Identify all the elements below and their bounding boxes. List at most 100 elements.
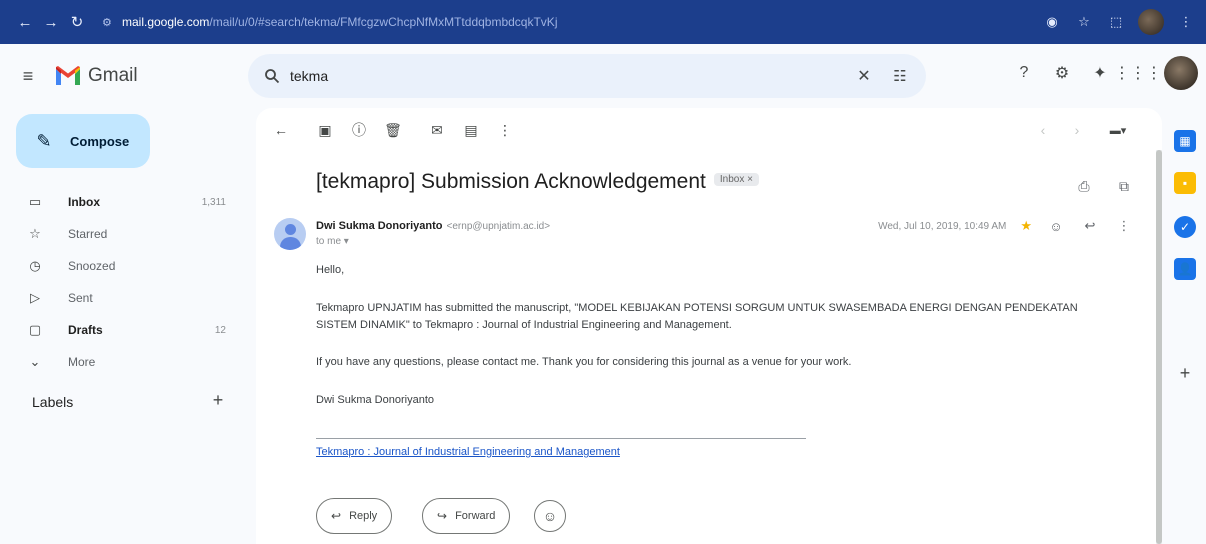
sender-email: <ernp@upnjatim.ac.id> (446, 221, 551, 232)
gemini-sparkle-icon[interactable]: ✦ (1088, 61, 1112, 85)
calendar-icon[interactable]: ▦ (1174, 130, 1196, 152)
sidebar-item-label: Drafts (68, 323, 103, 337)
labels-heading: Labels (32, 394, 74, 410)
send-icon: ▷ (30, 290, 40, 305)
subject-text: [tekmapro] Submission Acknowledgement (316, 170, 706, 193)
forward-label: Forward (455, 510, 496, 522)
browser-toolbar: ← → ↻ ⚙ mail.google.com/mail/u/0/#search… (0, 0, 1206, 44)
bookmark-star-icon[interactable]: ☆ (1074, 12, 1094, 32)
gmail-header: ≡ Gmail ✕ ☷ ? ⚙ ✦ ⋮⋮⋮ (0, 44, 1206, 108)
help-icon[interactable]: ? (1012, 61, 1036, 85)
account-avatar[interactable] (1164, 56, 1198, 90)
compose-label: Compose (70, 133, 130, 149)
extensions-icon[interactable]: ⬚ (1106, 12, 1126, 32)
sidebar-item-more[interactable]: ⌄ More (0, 346, 240, 378)
move-to-icon[interactable]: ▤ (454, 113, 488, 147)
gmail-m-icon (56, 66, 80, 85)
scrollbar-thumb[interactable] (1156, 150, 1162, 544)
sidebar-item-label: Starred (68, 227, 108, 241)
message-toolbar: ← ▣ ⓘ 🗑 ✉ ▤ ⋮ ‹ › ▬▾ (256, 108, 1162, 152)
clock-icon: ◷ (29, 258, 41, 273)
starred-icon[interactable]: ★ (1020, 218, 1032, 234)
url-path: /mail/u/0/#search/tekma/FMfcgzwChcpNfMxM… (209, 15, 558, 29)
star-icon: ☆ (29, 226, 41, 241)
sender-line: Dwi Sukma Donoriyanto <ernp@upnjatim.ac.i… (316, 220, 550, 232)
message-date: Wed, Jul 10, 2019, 10:49 AM (878, 220, 1007, 232)
sidebar-item-drafts[interactable]: ▢ Drafts 12 (0, 314, 240, 346)
inbox-label-chip[interactable]: Inbox × (713, 172, 759, 186)
reply-icon[interactable]: ↩ (1080, 216, 1100, 236)
report-spam-icon[interactable]: ⓘ (342, 113, 376, 147)
address-bar[interactable]: ⚙ mail.google.com/mail/u/0/#search/tekma… (98, 6, 918, 38)
clear-search-icon[interactable]: ✕ (848, 60, 880, 92)
scrollbar[interactable] (1156, 150, 1162, 544)
email-subject: [tekmapro] Submission Acknowledgement Inb… (316, 170, 759, 194)
sidebar-item-starred[interactable]: ☆ Starred (0, 218, 240, 250)
reload-icon[interactable]: ↻ (64, 9, 90, 35)
body-signature: Dwi Sukma Donoriyanto (316, 394, 434, 406)
message-panel: ← ▣ ⓘ 🗑 ✉ ▤ ⋮ ‹ › ▬▾ [tekmapro] Submissi… (256, 108, 1162, 544)
more-options-icon[interactable]: ⋮ (488, 113, 522, 147)
back-arrow-icon[interactable]: ← (12, 9, 38, 35)
compose-button[interactable]: ✎ Compose (16, 114, 150, 168)
settings-gear-icon[interactable]: ⚙ (1050, 61, 1074, 85)
browser-profile-avatar[interactable] (1138, 9, 1164, 35)
sidebar-item-label: Sent (68, 291, 93, 305)
browser-menu-icon[interactable]: ⋮ (1176, 12, 1196, 32)
main-menu-icon[interactable]: ≡ (8, 56, 48, 96)
journal-link[interactable]: Tekmapro : Journal of Industrial Enginee… (316, 446, 620, 458)
input-tools-icon[interactable]: ▬▾ (1098, 114, 1138, 146)
sidebar-item-label: More (68, 355, 96, 369)
sidebar-item-label: Snoozed (68, 259, 116, 273)
eye-icon[interactable]: ◉ (1042, 12, 1062, 32)
site-info-icon[interactable]: ⚙ (102, 15, 116, 29)
inbox-icon: ▭ (28, 194, 42, 209)
newer-chevron-icon[interactable]: ‹ (1030, 114, 1056, 146)
draft-icon: ▢ (28, 322, 42, 337)
body-paragraph: Tekmapro UPNJATIM has submitted the manu… (316, 302, 1078, 331)
emoji-reaction-button[interactable]: ☺ (534, 500, 566, 532)
forward-arrow-icon[interactable]: → (38, 9, 64, 35)
sidebar-item-sent[interactable]: ▷ Sent (0, 282, 240, 314)
add-label-icon[interactable]: + (206, 388, 230, 412)
reply-icon: ↩ (331, 509, 342, 523)
search-input[interactable] (290, 68, 810, 84)
archive-icon[interactable]: ▣ (308, 113, 342, 147)
sender-avatar[interactable] (274, 218, 306, 250)
sidebar-item-inbox[interactable]: ▭ Inbox 1,311 (0, 186, 240, 218)
open-new-window-icon[interactable]: ⧉ (1114, 176, 1134, 196)
sidebar-item-snoozed[interactable]: ◷ Snoozed (0, 250, 240, 282)
sidebar-item-count: 1,311 (201, 196, 226, 208)
contacts-icon[interactable]: 👤 (1174, 258, 1196, 280)
sidebar-item-label: Inbox (68, 195, 100, 209)
search-icon[interactable] (254, 58, 290, 94)
search-options-icon[interactable]: ☷ (884, 60, 916, 92)
pencil-icon: ✎ (36, 130, 52, 151)
gmail-logo[interactable]: Gmail (54, 65, 138, 87)
signature-divider (316, 438, 806, 439)
reply-button[interactable]: ↩ Reply (316, 498, 393, 534)
message-more-icon[interactable]: ⋮ (1114, 216, 1134, 236)
chevron-down-icon: ⌄ (29, 354, 41, 369)
recipient-details[interactable]: to me ▾ (316, 236, 349, 247)
reply-label: Reply (349, 510, 378, 522)
search-bar: ✕ ☷ (248, 54, 926, 98)
sidebar-nav: ▭ Inbox 1,311 ☆ Starred ◷ Snoozed ▷ Sent… (0, 186, 240, 378)
url-host: mail.google.com (122, 15, 210, 29)
body-paragraph: If you have any questions, please contac… (316, 356, 852, 368)
forward-button[interactable]: ↪ Forward (422, 498, 511, 534)
sender-name[interactable]: Dwi Sukma Donoriyanto (316, 220, 443, 232)
sidebar-item-count: 12 (214, 324, 226, 336)
side-panel-rail: ▦ ▪ ✓ 👤 + (1166, 108, 1206, 544)
body-greeting: Hello, (316, 264, 345, 276)
delete-icon[interactable]: 🗑 (376, 113, 410, 147)
add-addon-icon[interactable]: + (1174, 362, 1196, 384)
apps-grid-icon[interactable]: ⋮⋮⋮ (1114, 61, 1162, 85)
older-chevron-icon[interactable]: › (1064, 114, 1090, 146)
back-to-list-icon[interactable]: ← (264, 113, 298, 147)
tasks-icon[interactable]: ✓ (1174, 216, 1196, 238)
mark-unread-icon[interactable]: ✉ (420, 113, 454, 147)
emoji-reaction-icon[interactable]: ☺ (1046, 216, 1066, 236)
keep-icon[interactable]: ▪ (1174, 172, 1196, 194)
print-icon[interactable]: ⎙ (1074, 176, 1094, 196)
